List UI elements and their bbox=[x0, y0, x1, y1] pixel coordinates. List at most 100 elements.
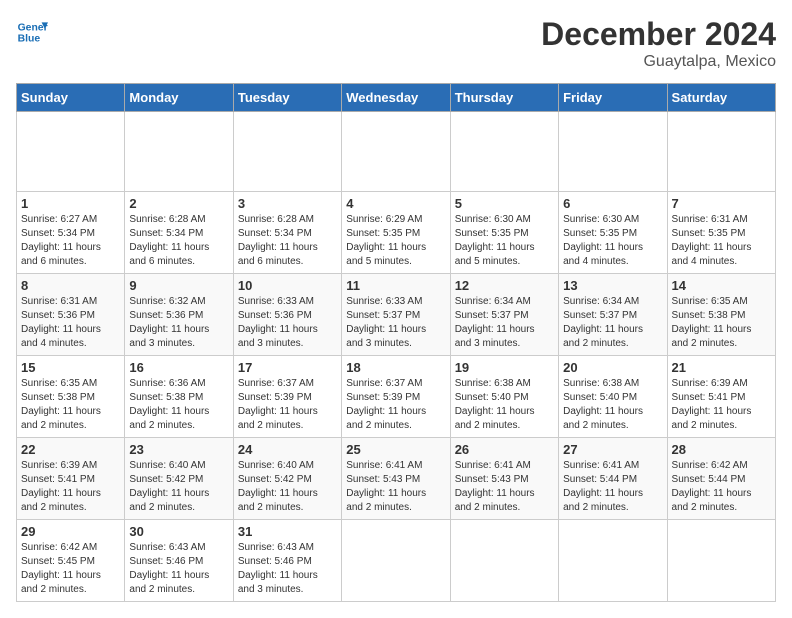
calendar-cell: 11 Sunrise: 6:33 AM Sunset: 5:37 PM Dayli… bbox=[342, 274, 450, 356]
calendar-cell bbox=[342, 520, 450, 602]
svg-text:Blue: Blue bbox=[18, 34, 41, 45]
day-number: 24 bbox=[238, 442, 337, 457]
day-number: 18 bbox=[346, 360, 445, 375]
calendar-cell: 1 Sunrise: 6:27 AM Sunset: 5:34 PM Daylig… bbox=[17, 192, 125, 274]
calendar-cell: 19 Sunrise: 6:38 AM Sunset: 5:40 PM Dayli… bbox=[450, 356, 558, 438]
calendar-cell: 26 Sunrise: 6:41 AM Sunset: 5:43 PM Dayli… bbox=[450, 438, 558, 520]
day-number: 26 bbox=[455, 442, 554, 457]
calendar-cell bbox=[559, 112, 667, 192]
day-info: Sunrise: 6:38 AM Sunset: 5:40 PM Dayligh… bbox=[563, 377, 662, 433]
calendar-cell: 29 Sunrise: 6:42 AM Sunset: 5:45 PM Dayli… bbox=[17, 520, 125, 602]
day-info: Sunrise: 6:36 AM Sunset: 5:38 PM Dayligh… bbox=[129, 377, 228, 433]
calendar-cell: 2 Sunrise: 6:28 AM Sunset: 5:34 PM Daylig… bbox=[125, 192, 233, 274]
col-header-friday: Friday bbox=[559, 84, 667, 112]
day-number: 21 bbox=[672, 360, 771, 375]
calendar-cell: 4Sunrise: 6:29 AM Sunset: 5:35 PM Daylig… bbox=[342, 192, 450, 274]
page-title: December 2024 bbox=[541, 16, 776, 53]
day-info: Sunrise: 6:42 AM Sunset: 5:45 PM Dayligh… bbox=[21, 541, 120, 597]
calendar-week-row bbox=[17, 112, 776, 192]
day-number: 10 bbox=[238, 278, 337, 293]
day-number: 13 bbox=[563, 278, 662, 293]
day-info: Sunrise: 6:37 AM Sunset: 5:39 PM Dayligh… bbox=[346, 377, 445, 433]
calendar-cell: 16 Sunrise: 6:36 AM Sunset: 5:38 PM Dayli… bbox=[125, 356, 233, 438]
col-header-saturday: Saturday bbox=[667, 84, 775, 112]
calendar-cell: 13 Sunrise: 6:34 AM Sunset: 5:37 PM Dayli… bbox=[559, 274, 667, 356]
calendar-cell: 24 Sunrise: 6:40 AM Sunset: 5:42 PM Dayli… bbox=[233, 438, 341, 520]
day-info: Sunrise: 6:40 AM Sunset: 5:42 PM Dayligh… bbox=[238, 459, 337, 515]
day-number: 4 bbox=[346, 196, 445, 211]
day-number: 23 bbox=[129, 442, 228, 457]
day-number: 16 bbox=[129, 360, 228, 375]
day-number: 11 bbox=[346, 278, 445, 293]
calendar-cell: 7 Sunrise: 6:31 AM Sunset: 5:35 PM Daylig… bbox=[667, 192, 775, 274]
day-info: Sunrise: 6:31 AM Sunset: 5:35 PM Dayligh… bbox=[672, 213, 771, 269]
day-number: 30 bbox=[129, 524, 228, 539]
calendar-cell bbox=[233, 112, 341, 192]
day-number: 31 bbox=[238, 524, 337, 539]
calendar-cell: 6Sunrise: 6:30 AM Sunset: 5:35 PM Daylig… bbox=[559, 192, 667, 274]
day-info: Sunrise: 6:39 AM Sunset: 5:41 PM Dayligh… bbox=[672, 377, 771, 433]
calendar-cell: 21 Sunrise: 6:39 AM Sunset: 5:41 PM Dayli… bbox=[667, 356, 775, 438]
calendar-cell bbox=[559, 520, 667, 602]
day-info: Sunrise: 6:37 AM Sunset: 5:39 PM Dayligh… bbox=[238, 377, 337, 433]
calendar-cell bbox=[450, 520, 558, 602]
calendar-cell: 17 Sunrise: 6:37 AM Sunset: 5:39 PM Dayli… bbox=[233, 356, 341, 438]
day-info: Sunrise: 6:33 AM Sunset: 5:37 PM Dayligh… bbox=[346, 295, 445, 351]
day-number: 9 bbox=[129, 278, 228, 293]
calendar-header-row: SundayMondayTuesdayWednesdayThursdayFrid… bbox=[17, 84, 776, 112]
day-info: Sunrise: 6:27 AM Sunset: 5:34 PM Dayligh… bbox=[21, 213, 120, 269]
day-number: 3 bbox=[238, 196, 337, 211]
day-info: Sunrise: 6:28 AM Sunset: 5:34 PM Dayligh… bbox=[238, 213, 337, 269]
col-header-monday: Monday bbox=[125, 84, 233, 112]
day-info: Sunrise: 6:32 AM Sunset: 5:36 PM Dayligh… bbox=[129, 295, 228, 351]
day-info: Sunrise: 6:41 AM Sunset: 5:43 PM Dayligh… bbox=[455, 459, 554, 515]
calendar-cell: 3 Sunrise: 6:28 AM Sunset: 5:34 PM Daylig… bbox=[233, 192, 341, 274]
day-number: 2 bbox=[129, 196, 228, 211]
day-info: Sunrise: 6:43 AM Sunset: 5:46 PM Dayligh… bbox=[238, 541, 337, 597]
calendar-week-row: 15Sunrise: 6:35 AM Sunset: 5:38 PM Dayli… bbox=[17, 356, 776, 438]
title-block: December 2024 Guaytalpa, Mexico bbox=[541, 16, 776, 71]
logo-icon: General Blue bbox=[16, 16, 48, 48]
calendar-cell bbox=[450, 112, 558, 192]
day-number: 12 bbox=[455, 278, 554, 293]
day-info: Sunrise: 6:35 AM Sunset: 5:38 PM Dayligh… bbox=[672, 295, 771, 351]
day-info: Sunrise: 6:40 AM Sunset: 5:42 PM Dayligh… bbox=[129, 459, 228, 515]
day-info: Sunrise: 6:31 AM Sunset: 5:36 PM Dayligh… bbox=[21, 295, 120, 351]
calendar-cell: 20 Sunrise: 6:38 AM Sunset: 5:40 PM Dayli… bbox=[559, 356, 667, 438]
calendar-week-row: 29 Sunrise: 6:42 AM Sunset: 5:45 PM Dayli… bbox=[17, 520, 776, 602]
day-info: Sunrise: 6:34 AM Sunset: 5:37 PM Dayligh… bbox=[455, 295, 554, 351]
day-info: Sunrise: 6:39 AM Sunset: 5:41 PM Dayligh… bbox=[21, 459, 120, 515]
calendar-cell: 28Sunrise: 6:42 AM Sunset: 5:44 PM Dayli… bbox=[667, 438, 775, 520]
day-number: 14 bbox=[672, 278, 771, 293]
day-info: Sunrise: 6:28 AM Sunset: 5:34 PM Dayligh… bbox=[129, 213, 228, 269]
day-number: 17 bbox=[238, 360, 337, 375]
day-number: 5 bbox=[455, 196, 554, 211]
calendar-week-row: 1 Sunrise: 6:27 AM Sunset: 5:34 PM Daylig… bbox=[17, 192, 776, 274]
day-info: Sunrise: 6:34 AM Sunset: 5:37 PM Dayligh… bbox=[563, 295, 662, 351]
col-header-wednesday: Wednesday bbox=[342, 84, 450, 112]
day-info: Sunrise: 6:41 AM Sunset: 5:43 PM Dayligh… bbox=[346, 459, 445, 515]
calendar-cell bbox=[342, 112, 450, 192]
day-number: 29 bbox=[21, 524, 120, 539]
calendar-table: SundayMondayTuesdayWednesdayThursdayFrid… bbox=[16, 83, 776, 602]
day-number: 7 bbox=[672, 196, 771, 211]
calendar-week-row: 8Sunrise: 6:31 AM Sunset: 5:36 PM Daylig… bbox=[17, 274, 776, 356]
calendar-cell: 15Sunrise: 6:35 AM Sunset: 5:38 PM Dayli… bbox=[17, 356, 125, 438]
calendar-cell bbox=[17, 112, 125, 192]
calendar-cell: 23 Sunrise: 6:40 AM Sunset: 5:42 PM Dayli… bbox=[125, 438, 233, 520]
calendar-cell: 31 Sunrise: 6:43 AM Sunset: 5:46 PM Dayli… bbox=[233, 520, 341, 602]
page-subtitle: Guaytalpa, Mexico bbox=[541, 53, 776, 71]
day-number: 25 bbox=[346, 442, 445, 457]
calendar-week-row: 22Sunrise: 6:39 AM Sunset: 5:41 PM Dayli… bbox=[17, 438, 776, 520]
day-number: 20 bbox=[563, 360, 662, 375]
calendar-cell: 9 Sunrise: 6:32 AM Sunset: 5:36 PM Daylig… bbox=[125, 274, 233, 356]
col-header-thursday: Thursday bbox=[450, 84, 558, 112]
day-info: Sunrise: 6:41 AM Sunset: 5:44 PM Dayligh… bbox=[563, 459, 662, 515]
day-number: 19 bbox=[455, 360, 554, 375]
calendar-cell: 14 Sunrise: 6:35 AM Sunset: 5:38 PM Dayli… bbox=[667, 274, 775, 356]
day-info: Sunrise: 6:38 AM Sunset: 5:40 PM Dayligh… bbox=[455, 377, 554, 433]
day-number: 1 bbox=[21, 196, 120, 211]
calendar-cell: 22Sunrise: 6:39 AM Sunset: 5:41 PM Dayli… bbox=[17, 438, 125, 520]
calendar-cell: 25 Sunrise: 6:41 AM Sunset: 5:43 PM Dayli… bbox=[342, 438, 450, 520]
day-info: Sunrise: 6:33 AM Sunset: 5:36 PM Dayligh… bbox=[238, 295, 337, 351]
